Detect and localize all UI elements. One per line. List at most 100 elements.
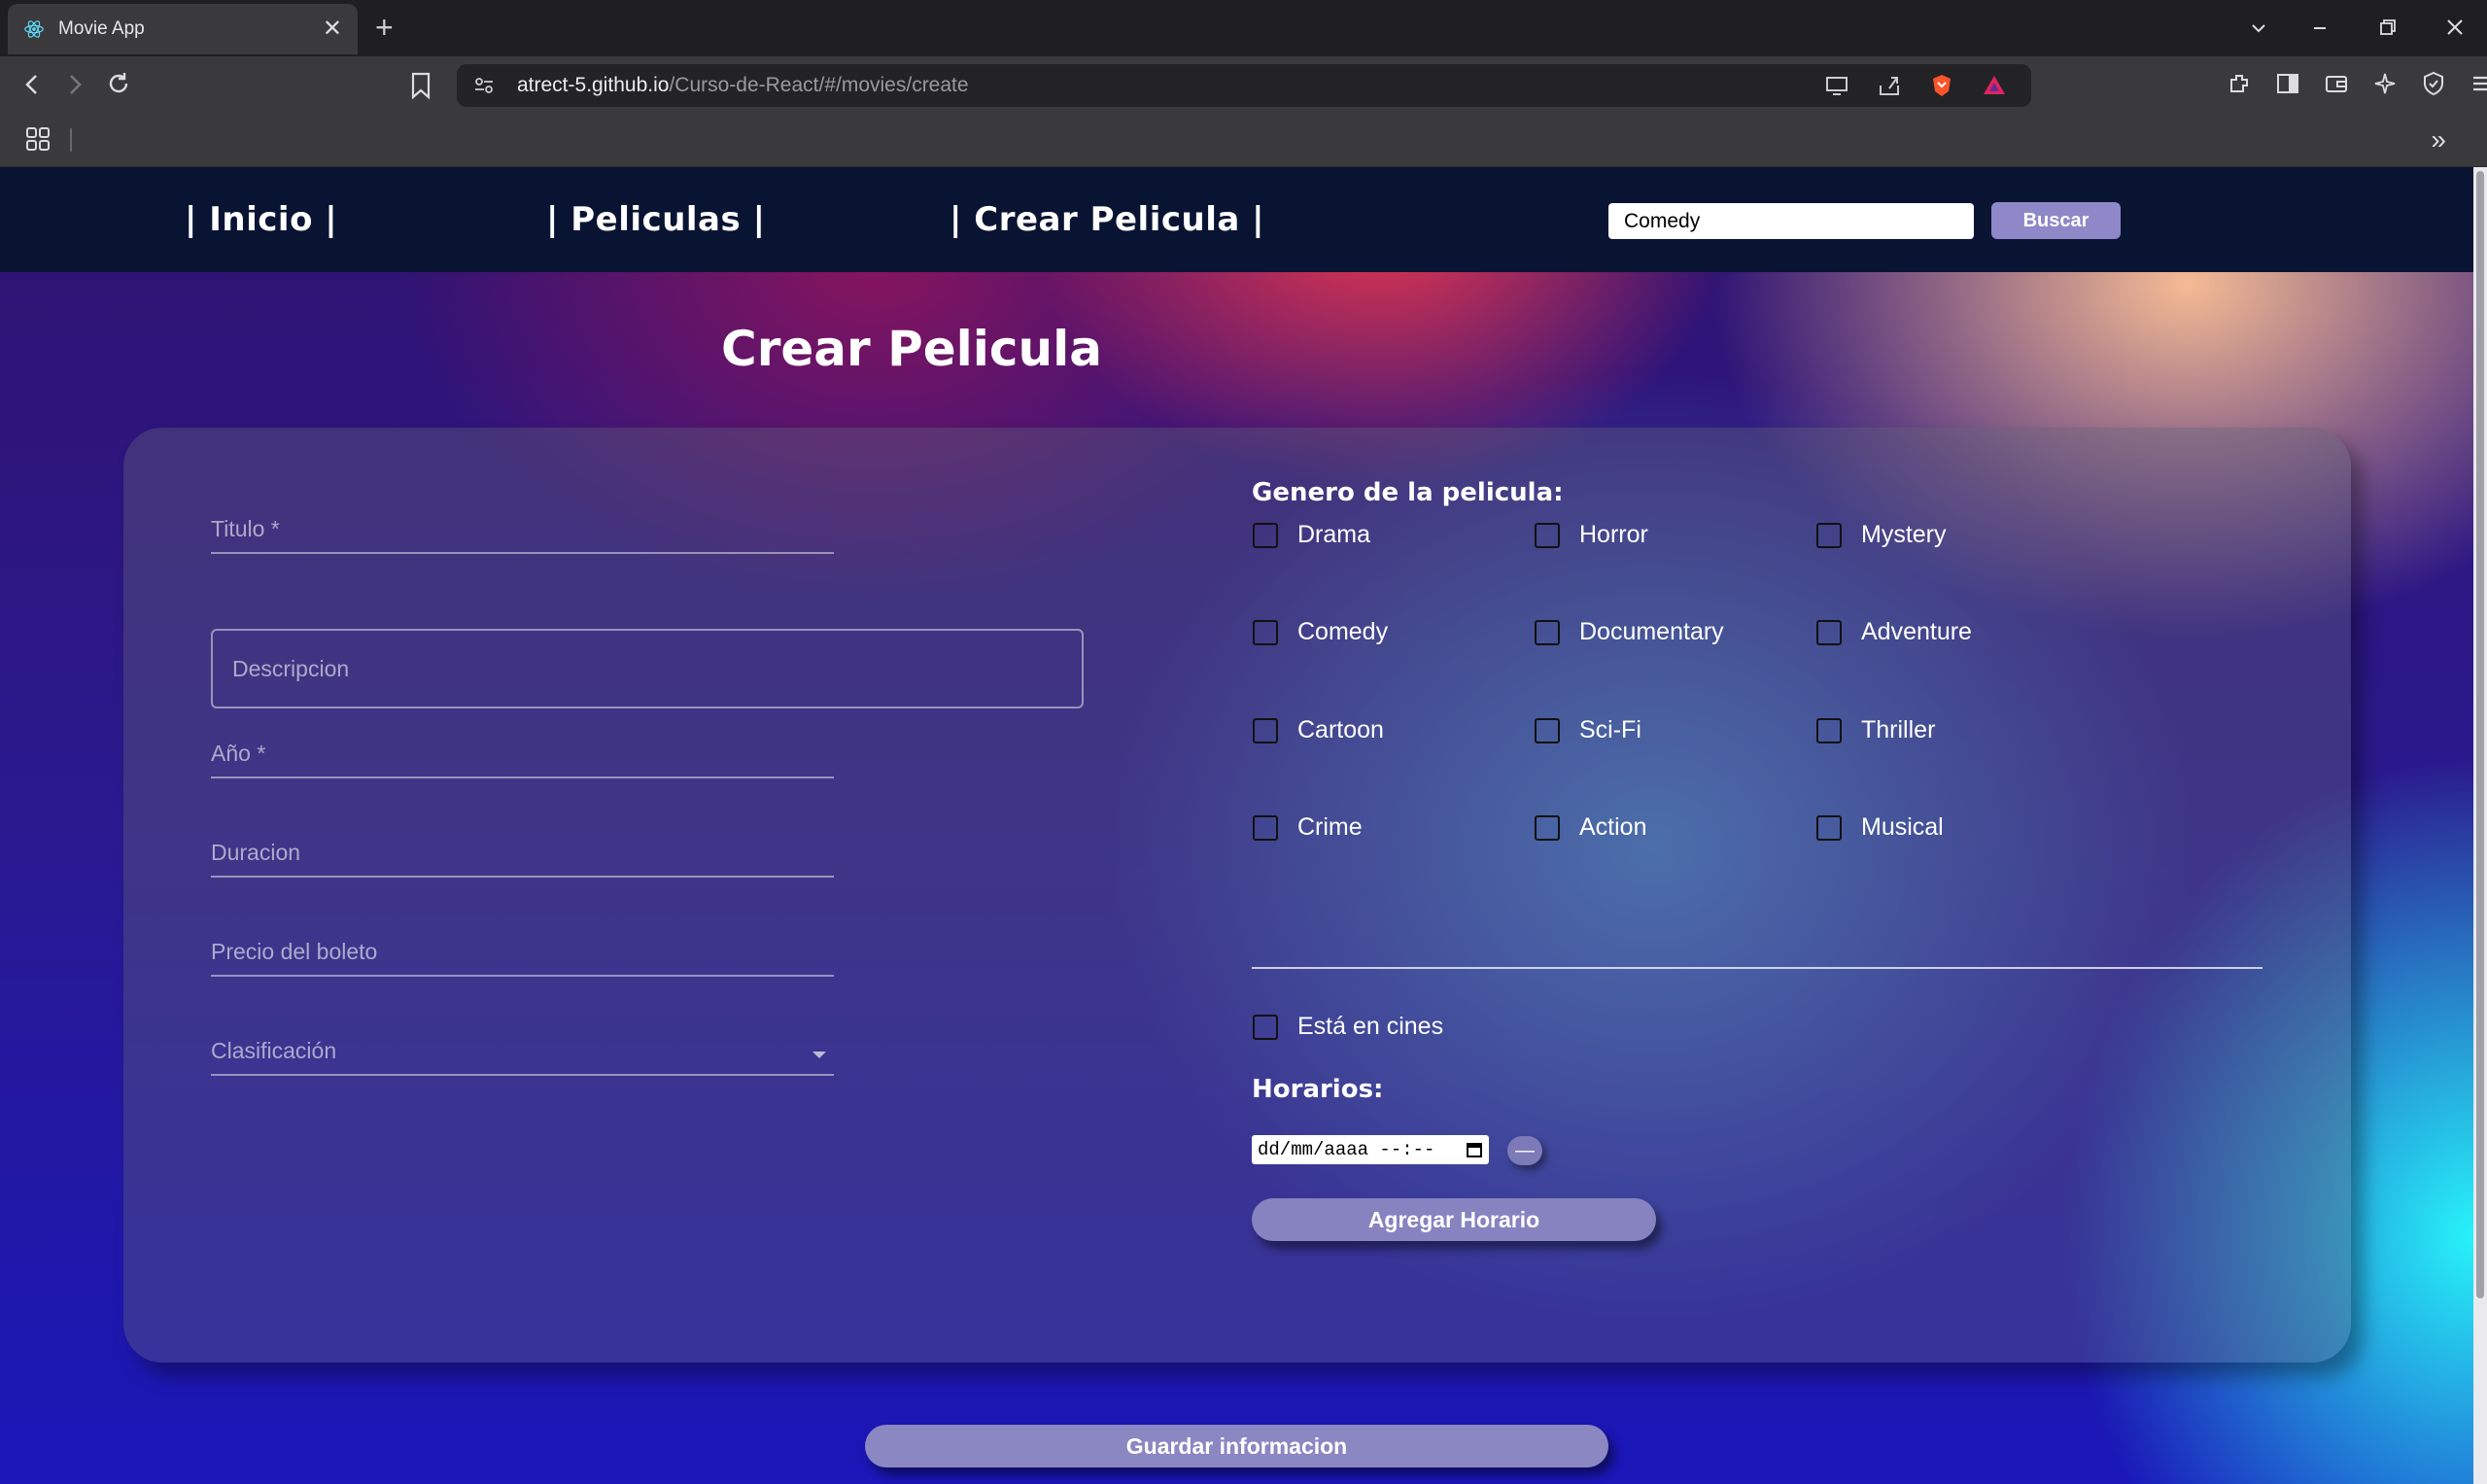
genre-divider xyxy=(1252,967,2262,969)
bookmarks-separator xyxy=(70,128,72,152)
bookmark-icon[interactable] xyxy=(410,72,432,99)
close-window-icon[interactable] xyxy=(2445,17,2465,37)
genre-label: Crime xyxy=(1297,813,1363,841)
genre-label: Horror xyxy=(1579,521,1648,548)
genre-option-horror[interactable]: Horror xyxy=(1535,521,1648,549)
checkbox[interactable] xyxy=(1816,522,1842,548)
checkbox[interactable] xyxy=(1535,522,1560,548)
page-content: | Inicio | | Peliculas | | Crear Pelicul… xyxy=(0,167,2473,1484)
checkbox[interactable] xyxy=(1816,814,1842,841)
menu-icon[interactable] xyxy=(2469,70,2487,97)
search-input[interactable] xyxy=(1608,203,1974,239)
descripcion-field[interactable]: Descripcion xyxy=(211,629,1084,708)
genre-heading: Genero de la pelicula: xyxy=(1252,478,1564,507)
reload-icon[interactable] xyxy=(105,70,132,97)
datetime-placeholder: dd/mm/aaaa --:-- xyxy=(1258,1139,1435,1160)
save-button[interactable]: Guardar informacion xyxy=(865,1425,1608,1467)
genre-option-crime[interactable]: Crime xyxy=(1253,813,1363,842)
genre-option-musical[interactable]: Musical xyxy=(1816,813,1944,842)
sidebar-icon[interactable] xyxy=(2274,70,2301,97)
address-bar-actions xyxy=(1823,72,2008,99)
add-horario-button[interactable]: Agregar Horario xyxy=(1252,1198,1656,1241)
checkbox[interactable] xyxy=(1253,522,1278,548)
brave-rewards-icon[interactable] xyxy=(1981,72,2008,99)
browser-tab[interactable]: Movie App ✕ xyxy=(8,4,358,54)
page-scrollbar[interactable] xyxy=(2473,167,2487,1484)
nav-link-peliculas[interactable]: | Peliculas | xyxy=(546,200,766,239)
site-navbar: | Inicio | | Peliculas | | Crear Pelicul… xyxy=(0,167,2473,272)
extensions-icon[interactable] xyxy=(2226,70,2253,97)
horario-datetime-input[interactable]: dd/mm/aaaa --:-- xyxy=(1252,1135,1489,1164)
apps-grid-icon[interactable] xyxy=(25,126,51,152)
toolbar-right-icons xyxy=(2226,70,2487,97)
genre-label: Thriller xyxy=(1861,716,1936,743)
bookmarks-overflow-icon[interactable]: » xyxy=(2431,124,2446,155)
titulo-field[interactable]: Titulo * xyxy=(211,507,834,554)
horarios-heading: Horarios: xyxy=(1252,1075,1384,1104)
genre-label: Sci-Fi xyxy=(1579,716,1641,743)
address-bar[interactable]: atrect-5.github.io/Curso-de-React/#/movi… xyxy=(457,64,2031,107)
checkbox[interactable] xyxy=(1535,619,1560,645)
browser-tab-strip: Movie App ✕ + xyxy=(0,0,2487,56)
brave-shields-icon[interactable] xyxy=(1928,72,1955,99)
dropdown-caret-icon xyxy=(812,1052,826,1058)
duracion-label: Duracion xyxy=(211,840,301,865)
genre-option-documentary[interactable]: Documentary xyxy=(1535,618,1724,646)
checkbox[interactable] xyxy=(1816,619,1842,645)
share-icon[interactable] xyxy=(1876,72,1903,99)
genre-option-comedy[interactable]: Comedy xyxy=(1253,618,1388,646)
calendar-icon[interactable] xyxy=(1466,1141,1483,1158)
genre-option-action[interactable]: Action xyxy=(1535,813,1646,842)
wallet-icon[interactable] xyxy=(2323,70,2350,97)
back-icon[interactable] xyxy=(19,72,45,97)
genre-option-mystery[interactable]: Mystery xyxy=(1816,521,1947,549)
genre-option-sci-fi[interactable]: Sci-Fi xyxy=(1535,716,1641,744)
checkbox[interactable] xyxy=(1253,619,1278,645)
descripcion-label: Descripcion xyxy=(232,656,350,681)
checkbox[interactable] xyxy=(1253,814,1278,841)
en-cines-option[interactable]: Está en cines xyxy=(1253,1013,1443,1041)
genre-option-thriller[interactable]: Thriller xyxy=(1816,716,1935,744)
genre-label: Mystery xyxy=(1861,521,1947,548)
genre-label: Drama xyxy=(1297,521,1371,548)
clasificacion-label: Clasificación xyxy=(211,1038,337,1063)
genre-label: Action xyxy=(1579,813,1647,841)
nav-link-crear-pelicula[interactable]: | Crear Pelicula | xyxy=(950,200,1264,239)
search-button[interactable]: Buscar xyxy=(1991,202,2121,239)
cast-icon[interactable] xyxy=(1823,72,1850,99)
bookmarks-bar: » xyxy=(0,115,2487,167)
checkbox[interactable] xyxy=(1535,717,1560,743)
checkbox[interactable] xyxy=(1535,814,1560,841)
minimize-icon[interactable] xyxy=(2311,19,2329,37)
url-path: /Curso-de-React/#/movies/create xyxy=(669,74,969,96)
leo-ai-icon[interactable] xyxy=(2371,70,2399,97)
nav-link-inicio[interactable]: | Inicio | xyxy=(185,200,337,239)
duracion-field[interactable]: Duracion xyxy=(211,831,834,878)
anio-label: Año * xyxy=(211,741,266,766)
precio-boleto-label: Precio del boleto xyxy=(211,939,378,964)
tab-search-icon[interactable] xyxy=(2250,19,2267,37)
movie-form-card: Titulo * Descripcion Año * Duracion Prec… xyxy=(123,428,2351,1363)
checkbox[interactable] xyxy=(1253,1014,1278,1040)
scrollbar-thumb[interactable] xyxy=(2476,171,2484,1298)
close-tab-icon[interactable]: ✕ xyxy=(323,17,342,41)
checkbox[interactable] xyxy=(1816,717,1842,743)
new-tab-button[interactable]: + xyxy=(375,12,394,43)
genre-label: Musical xyxy=(1861,813,1944,841)
anio-field[interactable]: Año * xyxy=(211,732,834,778)
genre-label: Adventure xyxy=(1861,618,1972,645)
react-icon xyxy=(24,20,44,38)
checkbox[interactable] xyxy=(1253,717,1278,743)
vpn-icon[interactable] xyxy=(2420,70,2447,97)
remove-horario-button[interactable]: — xyxy=(1507,1136,1542,1165)
clasificacion-select[interactable]: Clasificación xyxy=(211,1029,834,1076)
forward-icon[interactable] xyxy=(62,72,87,97)
site-settings-icon[interactable] xyxy=(472,74,496,97)
page-title: Crear Pelicula xyxy=(721,321,1103,377)
tab-title: Movie App xyxy=(58,18,145,39)
restore-icon[interactable] xyxy=(2378,17,2398,37)
genre-option-cartoon[interactable]: Cartoon xyxy=(1253,716,1384,744)
precio-boleto-field[interactable]: Precio del boleto xyxy=(211,930,834,977)
genre-option-adventure[interactable]: Adventure xyxy=(1816,618,1972,646)
genre-option-drama[interactable]: Drama xyxy=(1253,521,1370,549)
